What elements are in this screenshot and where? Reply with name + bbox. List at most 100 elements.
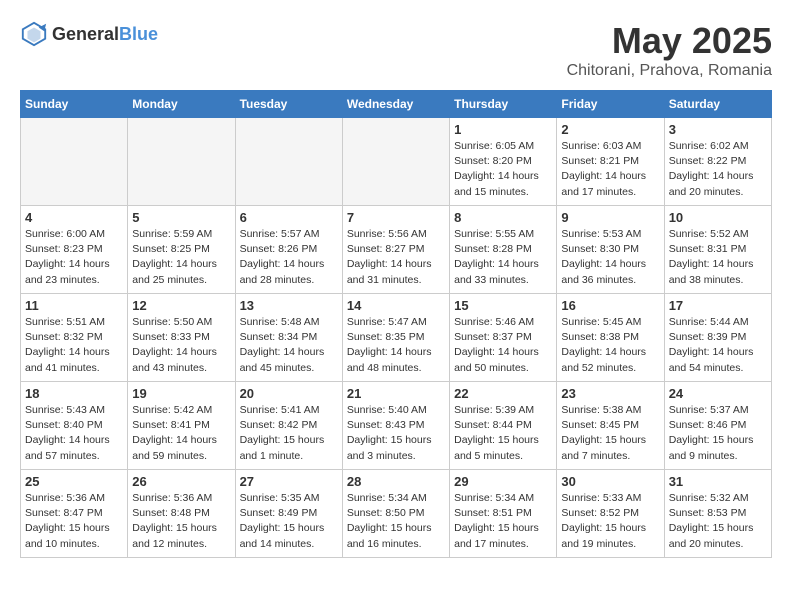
week-row-3: 11Sunrise: 5:51 AM Sunset: 8:32 PM Dayli…: [21, 294, 772, 382]
day-info: Sunrise: 5:50 AM Sunset: 8:33 PM Dayligh…: [132, 315, 230, 376]
day-number: 24: [669, 386, 767, 401]
calendar-cell: 4 Sunrise: 6:00 AM Sunset: 8:23 PM Daylig…: [21, 206, 128, 294]
day-number: 14: [347, 298, 445, 313]
calendar-cell: 12 Sunrise: 5:50 AM Sunset: 8:33 PM Dayli…: [128, 294, 235, 382]
day-number: 6: [240, 210, 338, 225]
day-number: 8: [454, 210, 552, 225]
day-number: 7: [347, 210, 445, 225]
calendar-cell: 13 Sunrise: 5:48 AM Sunset: 8:34 PM Dayli…: [235, 294, 342, 382]
day-info: Sunrise: 5:47 AM Sunset: 8:35 PM Dayligh…: [347, 315, 445, 376]
day-info: Sunrise: 5:52 AM Sunset: 8:31 PM Dayligh…: [669, 227, 767, 288]
week-row-5: 25 Sunrise: 5:36 AM Sunset: 8:47 PM Dayli…: [21, 470, 772, 558]
calendar-cell: 15 Sunrise: 5:46 AM Sunset: 8:37 PM Dayli…: [450, 294, 557, 382]
day-number: 2: [561, 122, 659, 137]
calendar-cell: 8 Sunrise: 5:55 AM Sunset: 8:28 PM Daylig…: [450, 206, 557, 294]
calendar-cell: [21, 118, 128, 206]
weekday-header-wednesday: Wednesday: [342, 91, 449, 118]
calendar-cell: 20 Sunrise: 5:41 AM Sunset: 8:42 PM Dayli…: [235, 382, 342, 470]
calendar-cell: [128, 118, 235, 206]
calendar-cell: 9Sunrise: 5:53 AM Sunset: 8:30 PM Daylig…: [557, 206, 664, 294]
weekday-header-tuesday: Tuesday: [235, 91, 342, 118]
weekday-header-sunday: Sunday: [21, 91, 128, 118]
day-number: 31: [669, 474, 767, 489]
calendar-cell: 17Sunrise: 5:44 AM Sunset: 8:39 PM Dayli…: [664, 294, 771, 382]
day-info: Sunrise: 5:38 AM Sunset: 8:45 PM Dayligh…: [561, 403, 659, 464]
day-number: 16: [561, 298, 659, 313]
weekday-header-thursday: Thursday: [450, 91, 557, 118]
calendar-cell: 21Sunrise: 5:40 AM Sunset: 8:43 PM Dayli…: [342, 382, 449, 470]
day-info: Sunrise: 5:34 AM Sunset: 8:51 PM Dayligh…: [454, 491, 552, 552]
day-info: Sunrise: 5:34 AM Sunset: 8:50 PM Dayligh…: [347, 491, 445, 552]
logo: General Blue: [20, 20, 158, 48]
day-info: Sunrise: 5:35 AM Sunset: 8:49 PM Dayligh…: [240, 491, 338, 552]
day-info: Sunrise: 6:03 AM Sunset: 8:21 PM Dayligh…: [561, 139, 659, 200]
day-info: Sunrise: 5:57 AM Sunset: 8:26 PM Dayligh…: [240, 227, 338, 288]
title-block: May 2025 Chitorani, Prahova, Romania: [567, 20, 772, 80]
day-number: 9: [561, 210, 659, 225]
day-info: Sunrise: 5:48 AM Sunset: 8:34 PM Dayligh…: [240, 315, 338, 376]
calendar-cell: 14 Sunrise: 5:47 AM Sunset: 8:35 PM Dayli…: [342, 294, 449, 382]
day-info: Sunrise: 5:46 AM Sunset: 8:37 PM Dayligh…: [454, 315, 552, 376]
day-number: 23: [561, 386, 659, 401]
weekday-header-saturday: Saturday: [664, 91, 771, 118]
day-info: Sunrise: 5:51 AM Sunset: 8:32 PM Dayligh…: [25, 315, 123, 376]
day-info: Sunrise: 6:02 AM Sunset: 8:22 PM Dayligh…: [669, 139, 767, 200]
day-number: 21: [347, 386, 445, 401]
calendar-cell: 7Sunrise: 5:56 AM Sunset: 8:27 PM Daylig…: [342, 206, 449, 294]
day-number: 18: [25, 386, 123, 401]
calendar-cell: 6 Sunrise: 5:57 AM Sunset: 8:26 PM Daylig…: [235, 206, 342, 294]
calendar-cell: 5 Sunrise: 5:59 AM Sunset: 8:25 PM Daylig…: [128, 206, 235, 294]
day-info: Sunrise: 5:32 AM Sunset: 8:53 PM Dayligh…: [669, 491, 767, 552]
day-number: 4: [25, 210, 123, 225]
day-info: Sunrise: 5:39 AM Sunset: 8:44 PM Dayligh…: [454, 403, 552, 464]
calendar-cell: [342, 118, 449, 206]
day-number: 28: [347, 474, 445, 489]
calendar-cell: 3 Sunrise: 6:02 AM Sunset: 8:22 PM Daylig…: [664, 118, 771, 206]
calendar-cell: 16 Sunrise: 5:45 AM Sunset: 8:38 PM Dayli…: [557, 294, 664, 382]
calendar-cell: 11Sunrise: 5:51 AM Sunset: 8:32 PM Dayli…: [21, 294, 128, 382]
calendar-cell: 31 Sunrise: 5:32 AM Sunset: 8:53 PM Dayli…: [664, 470, 771, 558]
calendar-cell: [235, 118, 342, 206]
calendar-cell: 19Sunrise: 5:42 AM Sunset: 8:41 PM Dayli…: [128, 382, 235, 470]
day-number: 20: [240, 386, 338, 401]
calendar-cell: 10 Sunrise: 5:52 AM Sunset: 8:31 PM Dayli…: [664, 206, 771, 294]
calendar-cell: 24 Sunrise: 5:37 AM Sunset: 8:46 PM Dayli…: [664, 382, 771, 470]
day-number: 15: [454, 298, 552, 313]
week-row-4: 18Sunrise: 5:43 AM Sunset: 8:40 PM Dayli…: [21, 382, 772, 470]
calendar-cell: 27 Sunrise: 5:35 AM Sunset: 8:49 PM Dayli…: [235, 470, 342, 558]
calendar-table: SundayMondayTuesdayWednesdayThursdayFrid…: [20, 90, 772, 558]
day-info: Sunrise: 5:41 AM Sunset: 8:42 PM Dayligh…: [240, 403, 338, 464]
day-info: Sunrise: 6:05 AM Sunset: 8:20 PM Dayligh…: [454, 139, 552, 200]
day-number: 13: [240, 298, 338, 313]
day-number: 19: [132, 386, 230, 401]
week-row-1: 1 Sunrise: 6:05 AM Sunset: 8:20 PM Daylig…: [21, 118, 772, 206]
day-number: 22: [454, 386, 552, 401]
day-number: 5: [132, 210, 230, 225]
calendar-cell: 18Sunrise: 5:43 AM Sunset: 8:40 PM Dayli…: [21, 382, 128, 470]
day-info: Sunrise: 6:00 AM Sunset: 8:23 PM Dayligh…: [25, 227, 123, 288]
day-info: Sunrise: 5:45 AM Sunset: 8:38 PM Dayligh…: [561, 315, 659, 376]
logo-icon: [20, 20, 48, 48]
calendar-cell: 30Sunrise: 5:33 AM Sunset: 8:52 PM Dayli…: [557, 470, 664, 558]
weekday-header-friday: Friday: [557, 91, 664, 118]
calendar-cell: 23 Sunrise: 5:38 AM Sunset: 8:45 PM Dayli…: [557, 382, 664, 470]
day-number: 3: [669, 122, 767, 137]
day-info: Sunrise: 5:55 AM Sunset: 8:28 PM Dayligh…: [454, 227, 552, 288]
day-info: Sunrise: 5:59 AM Sunset: 8:25 PM Dayligh…: [132, 227, 230, 288]
day-number: 27: [240, 474, 338, 489]
day-number: 12: [132, 298, 230, 313]
day-info: Sunrise: 5:36 AM Sunset: 8:47 PM Dayligh…: [25, 491, 123, 552]
day-number: 1: [454, 122, 552, 137]
day-info: Sunrise: 5:37 AM Sunset: 8:46 PM Dayligh…: [669, 403, 767, 464]
day-number: 25: [25, 474, 123, 489]
logo-general-text: General: [52, 24, 119, 45]
calendar-cell: 26Sunrise: 5:36 AM Sunset: 8:48 PM Dayli…: [128, 470, 235, 558]
weekday-header-row: SundayMondayTuesdayWednesdayThursdayFrid…: [21, 91, 772, 118]
day-number: 30: [561, 474, 659, 489]
month-year-title: May 2025: [567, 20, 772, 62]
day-number: 10: [669, 210, 767, 225]
day-number: 29: [454, 474, 552, 489]
day-info: Sunrise: 5:44 AM Sunset: 8:39 PM Dayligh…: [669, 315, 767, 376]
calendar-cell: 22 Sunrise: 5:39 AM Sunset: 8:44 PM Dayli…: [450, 382, 557, 470]
week-row-2: 4 Sunrise: 6:00 AM Sunset: 8:23 PM Daylig…: [21, 206, 772, 294]
